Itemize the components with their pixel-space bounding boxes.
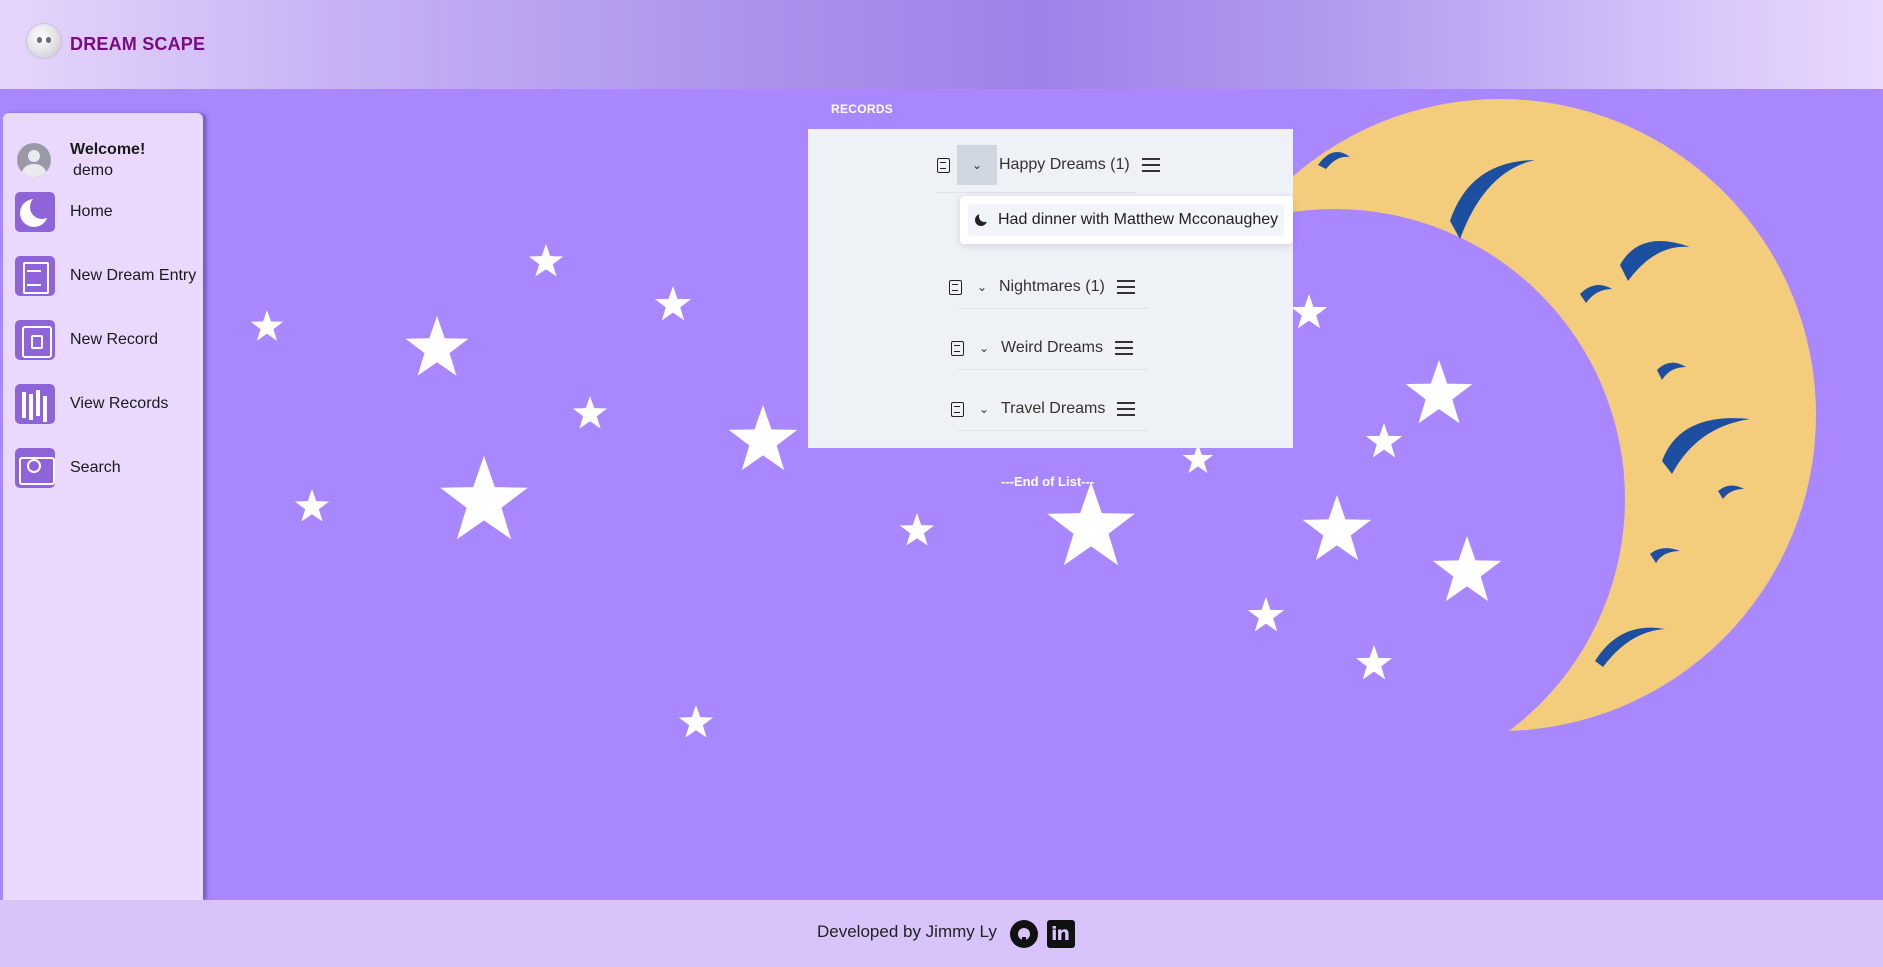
record-item-happy-dreams: ⌄ Happy Dreams (1)	[936, 145, 1160, 185]
logo-icon[interactable]	[27, 24, 61, 58]
sidebar-item-new-record[interactable]: New Record	[15, 318, 200, 362]
sidebar-item-label: New Dream Entry	[70, 267, 197, 284]
sidebar-item-home[interactable]: Home	[15, 190, 200, 234]
end-of-list-text: ---End of List---	[1001, 474, 1095, 489]
hamburger-menu-icon[interactable]	[1117, 402, 1136, 416]
records-panel: ⌄ Happy Dreams (1) ⌄ Nightmares (1) ⌄ We…	[808, 129, 1293, 448]
sidebar-item-search[interactable]: Search	[15, 446, 200, 490]
book-icon	[15, 320, 55, 360]
record-label[interactable]: Weird Dreams	[1001, 339, 1103, 357]
dream-entry-item[interactable]: Had dinner with Matthew Mcconaughey	[968, 204, 1284, 236]
header: DREAM SCAPE	[0, 0, 1883, 89]
hamburger-menu-icon[interactable]	[1114, 341, 1133, 355]
sidebar: Welcome! demo Home New Dream Entry New R…	[3, 113, 203, 900]
document-icon	[15, 256, 55, 296]
chevron-down-icon[interactable]: ⌄	[969, 328, 999, 368]
dream-entry-label: Had dinner with Matthew Mcconaughey	[998, 211, 1279, 228]
record-label[interactable]: Nightmares (1)	[999, 278, 1105, 296]
record-label[interactable]: Travel Dreams	[1001, 400, 1105, 418]
avatar-icon[interactable]	[17, 143, 51, 177]
sidebar-item-label: Home	[70, 203, 113, 220]
book-icon	[950, 401, 964, 417]
chevron-down-icon[interactable]: ⌄	[957, 145, 997, 185]
welcome-text: Welcome!	[70, 141, 146, 158]
books-icon	[15, 384, 55, 424]
book-icon	[948, 279, 962, 295]
moon-icon	[974, 211, 990, 227]
sidebar-item-view-records[interactable]: View Records	[15, 382, 200, 426]
sidebar-item-label: View Records	[70, 395, 169, 412]
sidebar-item-label: New Record	[70, 331, 159, 348]
chevron-down-icon[interactable]: ⌄	[969, 389, 999, 429]
record-item-travel-dreams: ⌄ Travel Dreams	[950, 389, 1136, 429]
book-icon	[936, 157, 950, 173]
username-text: demo	[73, 162, 114, 179]
chevron-down-icon[interactable]: ⌄	[967, 267, 997, 307]
record-item-nightmares: ⌄ Nightmares (1)	[948, 267, 1135, 307]
linkedin-icon[interactable]: in	[1047, 920, 1075, 948]
sidebar-item-new-dream-entry[interactable]: New Dream Entry	[15, 254, 200, 298]
hamburger-menu-icon[interactable]	[1141, 158, 1160, 172]
user-panel: Welcome! demo	[15, 127, 195, 179]
brand-title[interactable]: DREAM SCAPE	[70, 34, 205, 55]
record-label[interactable]: Happy Dreams (1)	[999, 156, 1130, 174]
moon-icon	[15, 192, 55, 232]
record-dropdown: Had dinner with Matthew Mcconaughey	[960, 196, 1293, 244]
record-item-weird-dreams: ⌄ Weird Dreams	[950, 328, 1133, 368]
github-icon[interactable]	[1010, 920, 1038, 948]
hamburger-menu-icon[interactable]	[1116, 280, 1135, 294]
book-search-icon	[15, 448, 55, 488]
records-heading: RECORDS	[831, 102, 894, 116]
footer-credit: Developed by Jimmy Ly	[817, 922, 997, 941]
book-icon	[950, 340, 964, 356]
sidebar-item-label: Search	[70, 459, 121, 476]
